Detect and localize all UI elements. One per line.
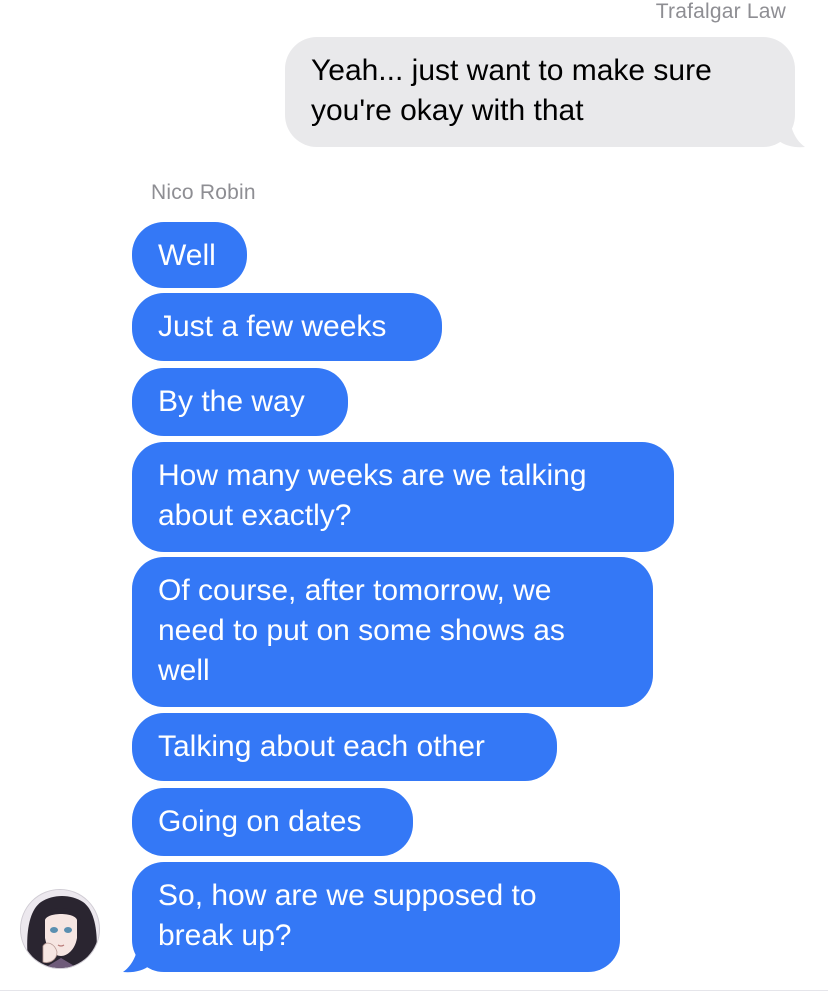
message-line: Talking about each other (158, 730, 485, 763)
message-line: break up? (158, 919, 292, 952)
sender-avatar[interactable] (20, 889, 100, 969)
incoming-message-bubble[interactable]: So, how are we supposed to break up? (132, 862, 620, 972)
message-line: you're okay with that (311, 94, 584, 127)
message-line: So, how are we supposed to (158, 879, 537, 912)
outgoing-message-bubble[interactable]: Yeah... just want to make sure you're ok… (285, 37, 795, 147)
message-line: about exactly? (158, 499, 352, 532)
incoming-message-bubble[interactable]: Just a few weeks (132, 293, 442, 361)
message-thread: Trafalgar Law Yeah... just want to make … (0, 0, 828, 993)
incoming-message-bubble[interactable]: How many weeks are we talking about exac… (132, 442, 674, 552)
anime-character-avatar-icon (21, 890, 99, 968)
message-line: need to put on some shows as (158, 614, 565, 647)
incoming-message-bubble[interactable]: By the way (132, 368, 348, 436)
message-line: How many weeks are we talking (158, 459, 587, 492)
message-line: By the way (158, 385, 305, 418)
incoming-message-bubble[interactable]: Well (132, 222, 247, 288)
incoming-message-bubble[interactable]: Talking about each other (132, 713, 557, 781)
message-line: Yeah... just want to make sure (311, 54, 712, 87)
incoming-sender-name: Nico Robin (151, 181, 256, 204)
incoming-bubble-tail (123, 945, 150, 973)
incoming-message-bubble[interactable]: Going on dates (132, 788, 413, 856)
message-line: Just a few weeks (158, 310, 387, 343)
bottom-divider (0, 990, 828, 991)
outgoing-bubble-tail (778, 120, 805, 148)
outgoing-sender-name: Trafalgar Law (655, 0, 786, 23)
message-line: well (158, 654, 210, 687)
incoming-message-bubble[interactable]: Of course, after tomorrow, we need to pu… (132, 557, 653, 707)
message-line: Of course, after tomorrow, we (158, 574, 552, 607)
message-line: Well (158, 239, 216, 272)
message-line: Going on dates (158, 805, 362, 838)
